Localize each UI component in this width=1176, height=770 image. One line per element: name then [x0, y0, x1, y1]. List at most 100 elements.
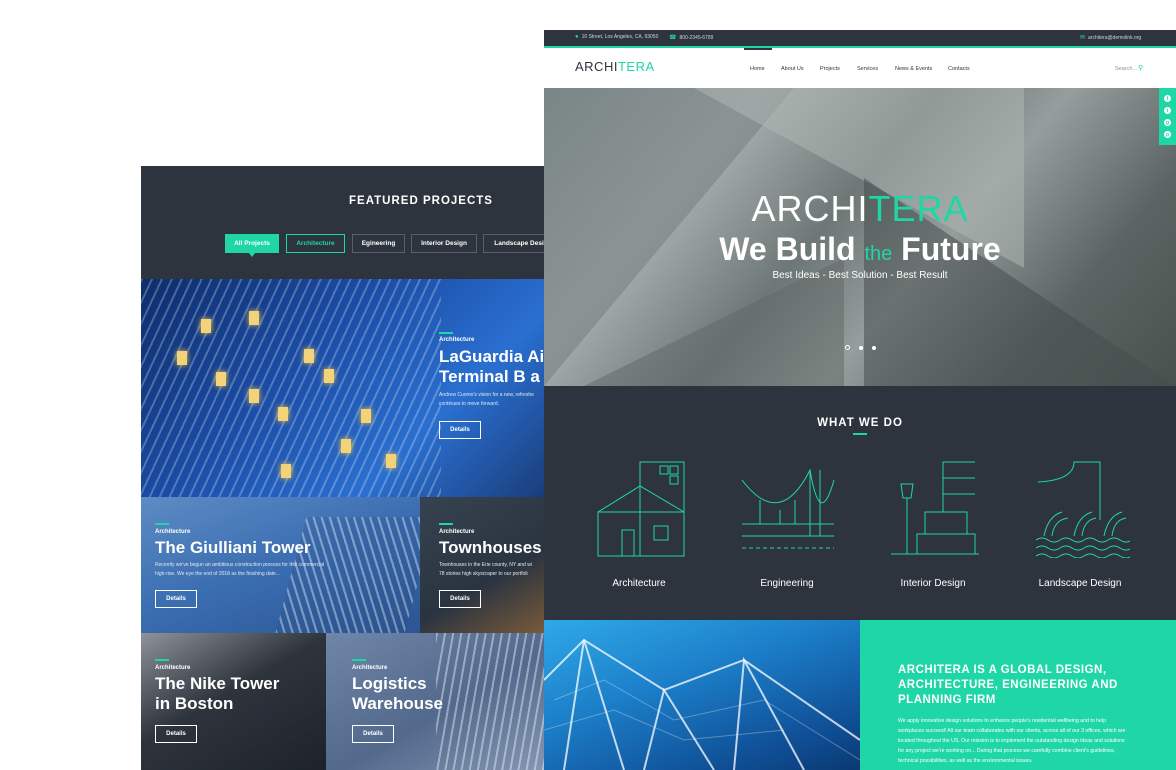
google-plus-icon[interactable]: g	[1164, 119, 1171, 126]
project-name-line2: Terminal B a	[439, 367, 540, 386]
nav-contacts[interactable]: Contacts	[948, 66, 970, 72]
category-accent	[155, 523, 169, 525]
hero-logo: ARCHITERA	[544, 188, 1176, 230]
warehouse-facade	[436, 633, 545, 770]
homepage: ● 10 Street, Los Angeles, CA, 93050 ☎ 80…	[544, 30, 1176, 770]
project-name-line1: Logistics	[352, 674, 427, 693]
phone-item[interactable]: ☎ 800-2345-6789	[669, 34, 714, 42]
nav-services[interactable]: Services	[857, 66, 878, 72]
interior-icon	[891, 461, 979, 555]
landscape-icon	[1035, 461, 1130, 558]
logo-part2: TERA	[617, 59, 655, 74]
project-tile-nike-tower[interactable]: Architecture The Nike Tower in Boston De…	[141, 633, 326, 770]
slider-dot-3[interactable]	[872, 346, 876, 350]
email-item[interactable]: ✉ architera@demolink.org	[1080, 34, 1142, 42]
hero-title-part1: We Build	[719, 231, 856, 267]
filter-architecture[interactable]: Architecture	[286, 234, 345, 253]
hero-logo-part1: ARCHI	[751, 188, 869, 229]
search-input[interactable]: Search...	[1115, 66, 1137, 72]
project-tile-logistics[interactable]: Architecture Logistics Warehouse Details	[326, 633, 545, 770]
main-navbar: ARCHITERA Home About Us Projects Service…	[544, 48, 1176, 88]
filter-all-projects[interactable]: All Projects	[225, 234, 279, 257]
project-desc-line1: Andrew Cuomo's vision for a new, refresh…	[439, 392, 534, 398]
category-accent	[155, 659, 169, 661]
featured-projects-page: FEATURED PROJECTS All Projects Architect…	[141, 166, 545, 770]
project-tile-townhouses[interactable]: Architecture Townhouses Townhouses in th…	[420, 497, 545, 633]
service-engineering[interactable]: Engineering	[717, 578, 857, 589]
social-sidebar: f t g p	[1159, 88, 1176, 145]
building-facade	[141, 279, 441, 497]
nav-news-events[interactable]: News & Events	[895, 66, 932, 72]
hero-subtitle: Best Ideas - Best Solution - Best Result	[772, 270, 948, 281]
filter-landscape-design[interactable]: Landscape Design	[483, 234, 545, 253]
about-text: We apply innovative design solutions to …	[898, 718, 1126, 764]
category-accent	[439, 523, 453, 525]
details-button[interactable]: Details	[155, 725, 197, 743]
logo-part1: ARCHI	[575, 59, 618, 74]
nav-projects[interactable]: Projects	[820, 66, 840, 72]
project-desc-line2: high-rise. We eye the end of 2018 as the…	[155, 571, 280, 577]
slider-dot-2[interactable]	[859, 346, 863, 350]
email-text: architera@demolink.org	[1088, 34, 1142, 41]
filter-engineering[interactable]: Egineering	[352, 234, 405, 253]
title-accent	[853, 433, 867, 435]
what-we-do-section: WHAT WE DO Architecture Engineering Inte…	[544, 386, 1176, 620]
project-desc-line2: continues to move forward.	[439, 401, 500, 407]
project-name-line1: The Giulliani Tower	[155, 538, 311, 557]
filter-interior-design[interactable]: Interior Design	[411, 234, 477, 253]
hero-slider: ARCHITERA We Build the Future Best Ideas…	[544, 88, 1176, 386]
tower-facade	[275, 517, 420, 633]
details-button[interactable]: Details	[439, 421, 481, 439]
house-icon	[597, 461, 685, 557]
hero-logo-part2: TERA	[868, 188, 969, 229]
project-category: Architecture	[155, 529, 191, 535]
top-info-bar: ● 10 Street, Los Angeles, CA, 93050 ☎ 80…	[544, 30, 1176, 46]
project-name-line1: The Nike Tower	[155, 674, 280, 693]
service-architecture[interactable]: Architecture	[569, 578, 709, 589]
bridge-icon	[741, 468, 835, 549]
project-category: Architecture	[352, 665, 388, 671]
featured-projects-title: FEATURED PROJECTS	[349, 195, 493, 207]
about-title: ARCHITERA IS A GLOBAL DESIGN, ARCHITECTU…	[898, 664, 1118, 706]
project-desc-line1: Recently we've begun an ambitious constr…	[155, 562, 325, 568]
service-interior-design[interactable]: Interior Design	[863, 578, 1003, 589]
service-landscape-design[interactable]: Landscape Design	[1010, 578, 1150, 589]
active-nav-indicator	[744, 48, 772, 50]
nav-about-us[interactable]: About Us	[781, 66, 804, 72]
nav-home[interactable]: Home	[750, 66, 765, 72]
project-category: Architecture	[155, 665, 191, 671]
twitter-icon[interactable]: t	[1164, 107, 1171, 114]
project-desc-line1: Townhouses in the Erie county, NY and wi	[439, 562, 532, 568]
project-name-line2: Warehouse	[352, 694, 444, 713]
address-text: 10 Street, Los Angeles, CA, 93050	[581, 34, 659, 40]
what-we-do-title: WHAT WE DO	[817, 417, 903, 429]
pinterest-icon[interactable]: p	[1164, 131, 1171, 138]
slider-dot-1[interactable]	[845, 345, 850, 350]
project-desc-line2: 78 stories high skyscraper to our portfo…	[439, 571, 528, 577]
glass-building-illustration	[544, 638, 860, 770]
project-name-line2: in Boston	[155, 694, 234, 713]
project-category: Architecture	[439, 337, 475, 343]
project-tile-giulliani[interactable]: Architecture The Giulliani Tower Recentl…	[141, 497, 420, 633]
hero-title: We Build the Future	[544, 231, 1176, 268]
site-logo[interactable]: ARCHITERA	[575, 59, 655, 74]
project-name-line1: LaGuardia Ai	[439, 347, 545, 366]
facebook-icon[interactable]: f	[1164, 95, 1171, 102]
phone-text: 800-2345-6789	[679, 34, 714, 41]
about-building-image	[544, 620, 860, 770]
project-name-line1: Townhouses	[439, 538, 542, 557]
category-accent	[439, 332, 453, 334]
hero-title-part2: Future	[901, 231, 1001, 267]
phone-icon: ☎	[669, 35, 677, 41]
location-pin-icon: ●	[575, 34, 579, 40]
search-icon[interactable]: ⚲	[1138, 64, 1143, 72]
address-item: ● 10 Street, Los Angeles, CA, 93050	[575, 34, 658, 40]
category-accent	[352, 659, 366, 661]
mail-icon: ✉	[1080, 35, 1086, 41]
hero-title-the: the	[864, 243, 893, 265]
about-section: ARCHITERA IS A GLOBAL DESIGN, ARCHITECTU…	[860, 620, 1176, 770]
details-button[interactable]: Details	[439, 590, 481, 608]
details-button[interactable]: Details	[352, 725, 394, 743]
project-tile-laguardia[interactable]: Architecture LaGuardia Ai Terminal B a A…	[141, 279, 545, 497]
details-button[interactable]: Details	[155, 590, 197, 608]
